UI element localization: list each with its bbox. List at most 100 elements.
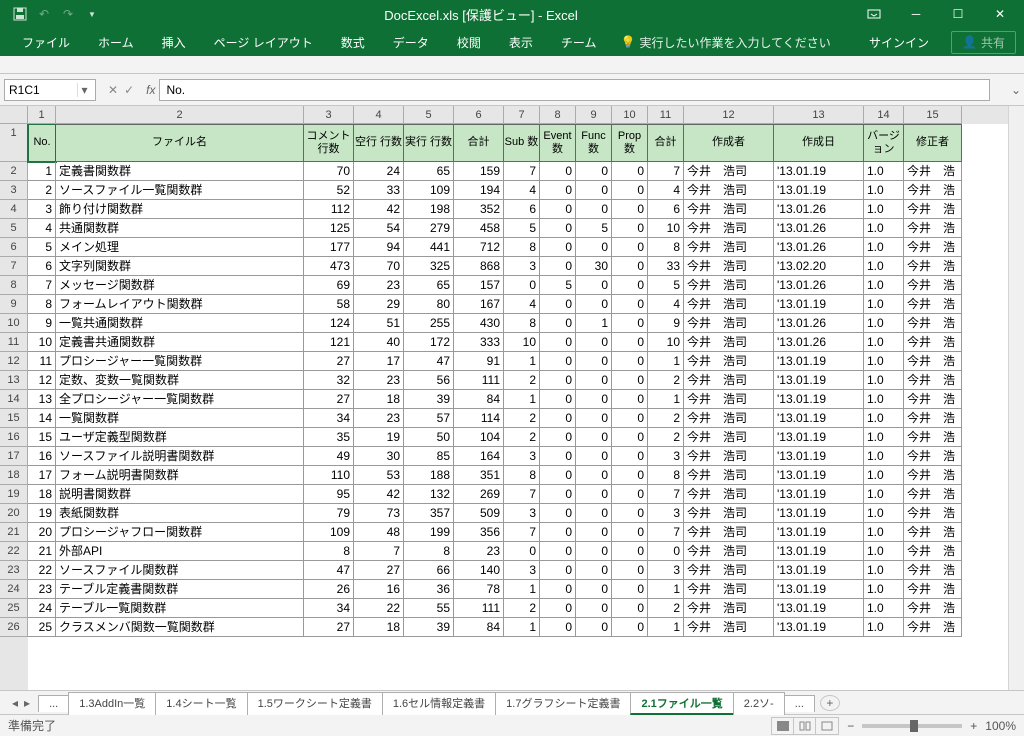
cell[interactable]: 40	[354, 333, 404, 352]
cell[interactable]: 91	[454, 352, 504, 371]
cell[interactable]: '13.01.19	[774, 618, 864, 637]
cell[interactable]: 24	[354, 162, 404, 181]
cell[interactable]: 19	[28, 504, 56, 523]
cell[interactable]: 1.0	[864, 504, 904, 523]
cell[interactable]: 0	[612, 314, 648, 333]
cell[interactable]: 111	[454, 371, 504, 390]
cell[interactable]: 0	[540, 314, 576, 333]
cell[interactable]: 一覧共通関数群	[56, 314, 304, 333]
cell[interactable]: 0	[612, 390, 648, 409]
cell[interactable]: 33	[648, 257, 684, 276]
cell[interactable]: 11	[28, 352, 56, 371]
cell[interactable]: 1	[504, 390, 540, 409]
cell[interactable]: 159	[454, 162, 504, 181]
cell[interactable]: 4	[28, 219, 56, 238]
cell[interactable]: 4	[648, 295, 684, 314]
row-header[interactable]: 23	[0, 561, 28, 580]
cell[interactable]: 55	[404, 599, 454, 618]
cell[interactable]: 2	[504, 409, 540, 428]
cell[interactable]: 飾り付け関数群	[56, 200, 304, 219]
cell[interactable]: 0	[540, 523, 576, 542]
cell[interactable]: 121	[304, 333, 354, 352]
cell[interactable]: 473	[304, 257, 354, 276]
cell[interactable]: 今井 浩司	[684, 542, 774, 561]
share-button[interactable]: 👤 共有	[951, 31, 1016, 54]
cell[interactable]: 共通関数群	[56, 219, 304, 238]
column-header[interactable]: 2	[56, 106, 304, 124]
column-header[interactable]: 6	[454, 106, 504, 124]
cell[interactable]: ソースファイル関数群	[56, 561, 304, 580]
cell[interactable]: 12	[28, 371, 56, 390]
cell[interactable]: 1.0	[864, 371, 904, 390]
cell[interactable]: 今井 浩司	[684, 504, 774, 523]
cell[interactable]: 8	[28, 295, 56, 314]
cell[interactable]: 1.0	[864, 162, 904, 181]
cell[interactable]: 1.0	[864, 219, 904, 238]
cell[interactable]: '13.01.19	[774, 542, 864, 561]
cell[interactable]: 47	[304, 561, 354, 580]
cell[interactable]: 53	[354, 466, 404, 485]
cell[interactable]: 325	[404, 257, 454, 276]
cell[interactable]: 0	[576, 542, 612, 561]
row-header[interactable]: 21	[0, 523, 28, 542]
row-header[interactable]: 13	[0, 371, 28, 390]
sheet-tab[interactable]: 2.2ソ-	[733, 692, 785, 715]
cell[interactable]: 5	[576, 219, 612, 238]
cell[interactable]: 0	[540, 447, 576, 466]
cell[interactable]: '13.01.19	[774, 466, 864, 485]
cell[interactable]: ソースファイル一覧関数群	[56, 181, 304, 200]
cell[interactable]: '13.01.19	[774, 352, 864, 371]
cell[interactable]: 定義書共通関数群	[56, 333, 304, 352]
cell[interactable]: 21	[28, 542, 56, 561]
cell[interactable]: 66	[404, 561, 454, 580]
cell[interactable]: 188	[404, 466, 454, 485]
cell[interactable]: '13.01.19	[774, 580, 864, 599]
cell[interactable]: 42	[354, 485, 404, 504]
cell[interactable]: 0	[540, 542, 576, 561]
cell[interactable]: 0	[612, 542, 648, 561]
cell[interactable]: 19	[354, 428, 404, 447]
column-header[interactable]: 13	[774, 106, 864, 124]
cell[interactable]: '13.01.26	[774, 200, 864, 219]
cell[interactable]: 70	[304, 162, 354, 181]
row-header[interactable]: 16	[0, 428, 28, 447]
cell[interactable]: 1	[648, 580, 684, 599]
cell[interactable]: 16	[28, 447, 56, 466]
cell[interactable]: 文字列関数群	[56, 257, 304, 276]
row-header[interactable]: 14	[0, 390, 28, 409]
cell[interactable]: 0	[612, 466, 648, 485]
cell[interactable]: 95	[304, 485, 354, 504]
cell[interactable]: 0	[540, 333, 576, 352]
cell[interactable]: メイン処理	[56, 238, 304, 257]
cell[interactable]: 1.0	[864, 428, 904, 447]
cell[interactable]: 表紙関数群	[56, 504, 304, 523]
cell[interactable]: 0	[576, 390, 612, 409]
cell[interactable]: 56	[404, 371, 454, 390]
row-header[interactable]: 9	[0, 295, 28, 314]
cell[interactable]: 194	[454, 181, 504, 200]
cell[interactable]: 今井 浩	[904, 523, 962, 542]
cell[interactable]: 今井 浩	[904, 409, 962, 428]
cell[interactable]: 8	[648, 238, 684, 257]
cell[interactable]: 15	[28, 428, 56, 447]
cell[interactable]: 今井 浩司	[684, 295, 774, 314]
cell[interactable]: 外部API	[56, 542, 304, 561]
cell[interactable]: 3	[28, 200, 56, 219]
cell[interactable]: 今井 浩司	[684, 257, 774, 276]
cell[interactable]: 今井 浩	[904, 542, 962, 561]
cell[interactable]: 1.0	[864, 295, 904, 314]
cell[interactable]: 0	[540, 162, 576, 181]
cell[interactable]: 1.0	[864, 390, 904, 409]
sheet-tab[interactable]: 1.4シート一覧	[155, 692, 247, 715]
row-header[interactable]: 8	[0, 276, 28, 295]
cell[interactable]: '13.02.20	[774, 257, 864, 276]
cell[interactable]: 0	[576, 466, 612, 485]
cell[interactable]: 今井 浩	[904, 276, 962, 295]
cell[interactable]: 2	[504, 371, 540, 390]
cell[interactable]: 164	[454, 447, 504, 466]
cell[interactable]: 9	[28, 314, 56, 333]
cancel-icon[interactable]: ✕	[108, 83, 118, 97]
column-header[interactable]: 7	[504, 106, 540, 124]
cell[interactable]: 定義書関数群	[56, 162, 304, 181]
cell[interactable]: 今井 浩司	[684, 352, 774, 371]
